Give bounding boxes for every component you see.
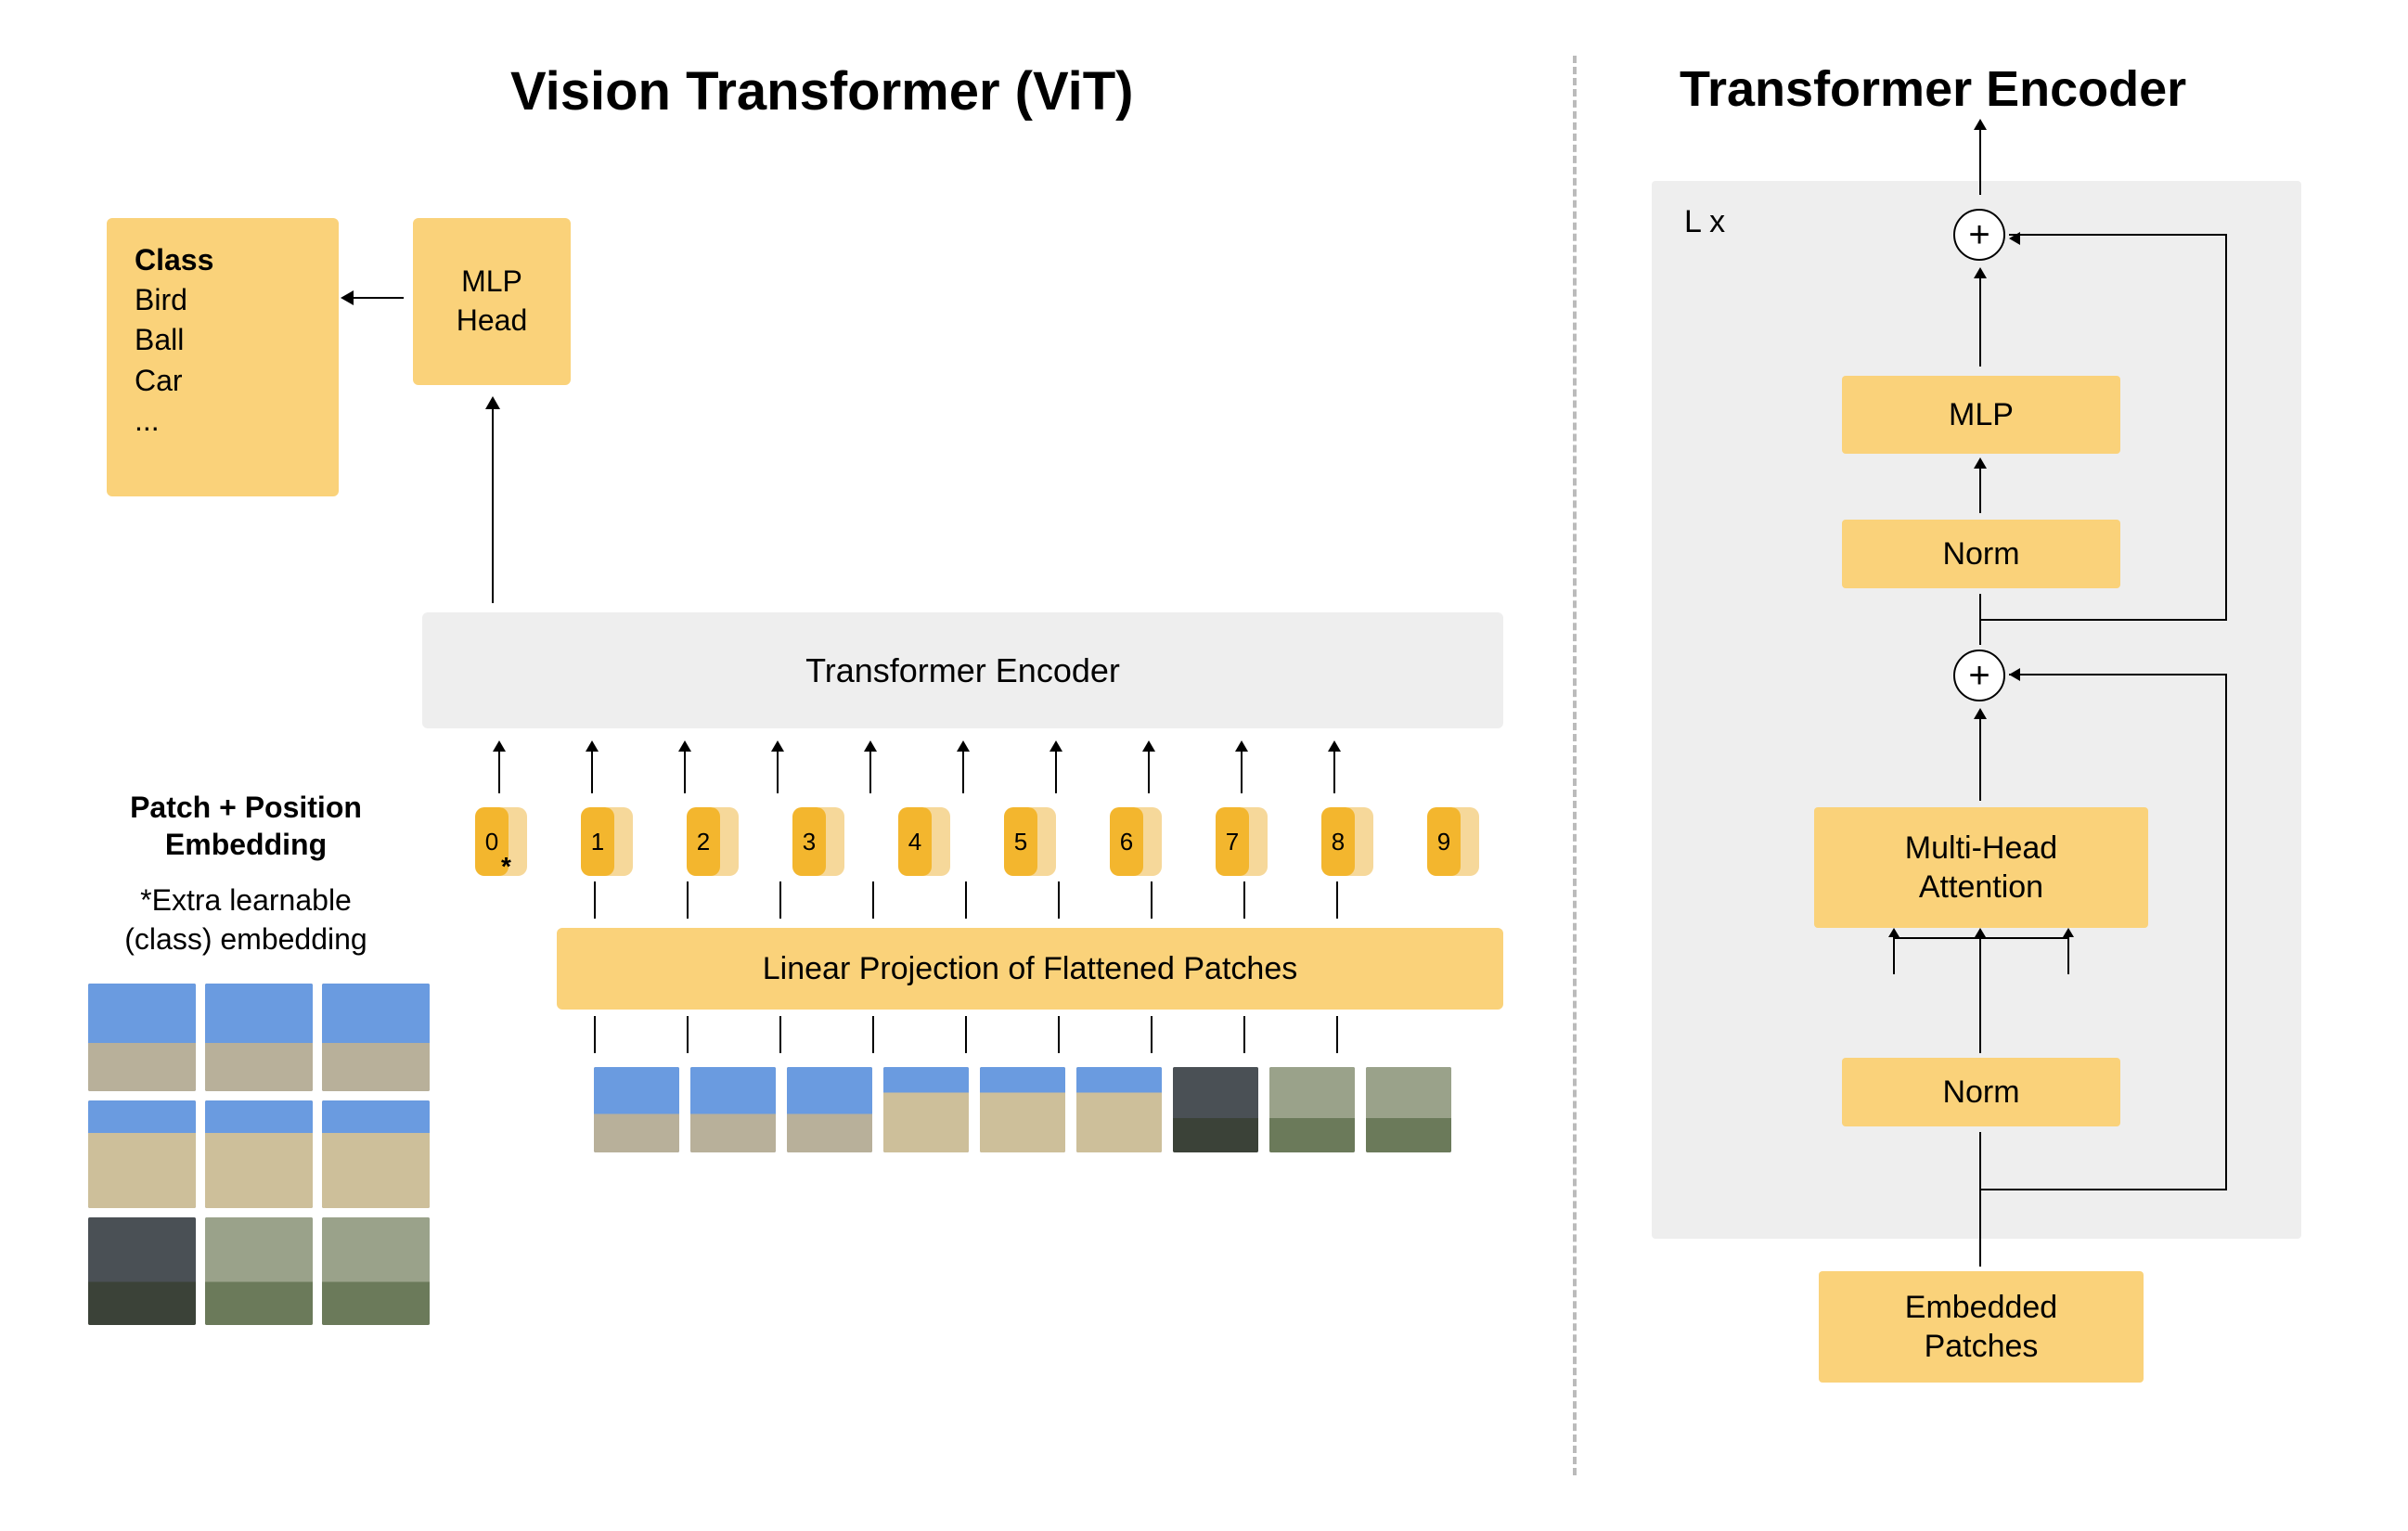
position-token: 4: [898, 807, 950, 876]
embedded-label: Embedded Patches: [1905, 1288, 2057, 1367]
multihead-attention-box: Multi-Head Attention: [1814, 807, 2148, 928]
residual-arrowhead-lower: [2009, 668, 2020, 681]
position-token: 7: [1216, 807, 1268, 876]
class-output-box: Class Bird Ball Car ...: [107, 218, 339, 496]
image-patch: [1173, 1067, 1258, 1152]
image-patch: [88, 1100, 196, 1208]
layers-multiplier: L x: [1684, 204, 1725, 240]
class-token-star: *: [501, 852, 511, 881]
class-item: ...: [135, 401, 311, 441]
position-token: 1: [581, 807, 633, 876]
class-heading: Class: [135, 240, 311, 280]
linear-projection-box: Linear Projection of Flattened Patches: [557, 928, 1503, 1010]
norm-label: Norm: [1942, 1073, 2019, 1113]
patch-grid: [88, 984, 430, 1325]
plus-label: +: [1968, 214, 1989, 256]
pos-num: 7: [1216, 807, 1249, 876]
image-patch: [1366, 1067, 1451, 1152]
class-item: Car: [135, 361, 311, 401]
residual-arrowhead-upper: [2009, 232, 2020, 245]
image-patch: [322, 1217, 430, 1325]
lines-patches-to-projection: [594, 1016, 1338, 1053]
arrow-mha-to-add: [1979, 719, 1981, 801]
image-patch: [787, 1067, 872, 1152]
pos-num: 2: [687, 807, 720, 876]
title-vit: Vision Transformer (ViT): [510, 60, 1133, 122]
position-token: 9: [1427, 807, 1479, 876]
position-token: 0 *: [475, 807, 527, 876]
arrow-mlp-to-class: [353, 297, 404, 299]
pos-num: 5: [1004, 807, 1037, 876]
pos-num: 3: [792, 807, 826, 876]
image-patch: [88, 984, 196, 1091]
image-patch: [322, 984, 430, 1091]
linear-projection-label: Linear Projection of Flattened Patches: [763, 951, 1297, 987]
arrow-norm-to-mlp: [1979, 469, 1981, 513]
image-patch: [205, 1100, 313, 1208]
position-token: 6: [1110, 807, 1162, 876]
patch-position-subtext: *Extra learnable (class) embedding: [74, 881, 418, 958]
image-patch: [322, 1100, 430, 1208]
image-patch: [205, 1217, 313, 1325]
position-token: 8: [1321, 807, 1373, 876]
vertical-divider: [1573, 56, 1577, 1475]
residual-add-icon: +: [1953, 650, 2005, 701]
arrow-encoder-to-head: [492, 408, 494, 603]
residual-path-lower-top: [2009, 674, 2227, 675]
mlp-label: MLP: [1949, 395, 2014, 435]
class-item: Ball: [135, 320, 311, 360]
norm-box-lower: Norm: [1842, 1058, 2120, 1126]
position-token: 5: [1004, 807, 1056, 876]
arrow-encoder-output: [1979, 130, 1981, 195]
pos-num: 6: [1110, 807, 1143, 876]
image-patch: [1076, 1067, 1162, 1152]
residual-path-lower-v: [2225, 675, 2227, 1190]
image-patch: [1269, 1067, 1355, 1152]
image-patch: [205, 984, 313, 1091]
pos-num: 9: [1427, 807, 1461, 876]
embedded-patches-box: Embedded Patches: [1819, 1271, 2144, 1383]
residual-path-upper: [2009, 234, 2227, 619]
plus-label: +: [1968, 655, 1989, 697]
position-token: 3: [792, 807, 844, 876]
residual-path-upper-h: [1979, 619, 2227, 621]
patch-position-title: Patch + Position Embedding: [74, 789, 418, 863]
encoder-label: Transformer Encoder: [805, 651, 1120, 690]
mha-input-arrow: [1979, 937, 1981, 974]
arrow-mlp-to-add: [1979, 278, 1981, 367]
transformer-encoder-box: Transformer Encoder: [422, 612, 1503, 728]
image-patch: [690, 1067, 776, 1152]
image-patch: [883, 1067, 969, 1152]
mha-input-split: [1893, 937, 2069, 939]
mlp-head-box: MLP Head: [413, 218, 571, 385]
line-emb-to-norm: [1979, 1132, 1981, 1267]
position-token-row: 0 * 1 2 3 4 5 6 7 8 9: [475, 807, 1479, 876]
image-patch: [594, 1067, 679, 1152]
residual-path-upper-v: [2225, 234, 2227, 619]
mlp-head-label: MLP Head: [457, 263, 528, 340]
pos-num: 8: [1321, 807, 1355, 876]
title-encoder: Transformer Encoder: [1680, 60, 2186, 118]
position-token: 2: [687, 807, 739, 876]
arrows-tokens-to-encoder: [498, 752, 1335, 793]
pos-num: 1: [581, 807, 614, 876]
mha-input-arrow: [2067, 937, 2069, 974]
pos-num: 4: [898, 807, 932, 876]
mha-label: Multi-Head Attention: [1905, 829, 2057, 907]
image-patch: [88, 1217, 196, 1325]
mha-input-arrow: [1893, 937, 1895, 974]
lines-projection-to-tokens: [594, 881, 1338, 919]
patch-thumbnail-row: [594, 1067, 1451, 1152]
residual-add-icon: +: [1953, 209, 2005, 261]
residual-path-lower-bot: [1979, 1189, 2227, 1190]
class-item: Bird: [135, 280, 311, 320]
image-patch: [980, 1067, 1065, 1152]
